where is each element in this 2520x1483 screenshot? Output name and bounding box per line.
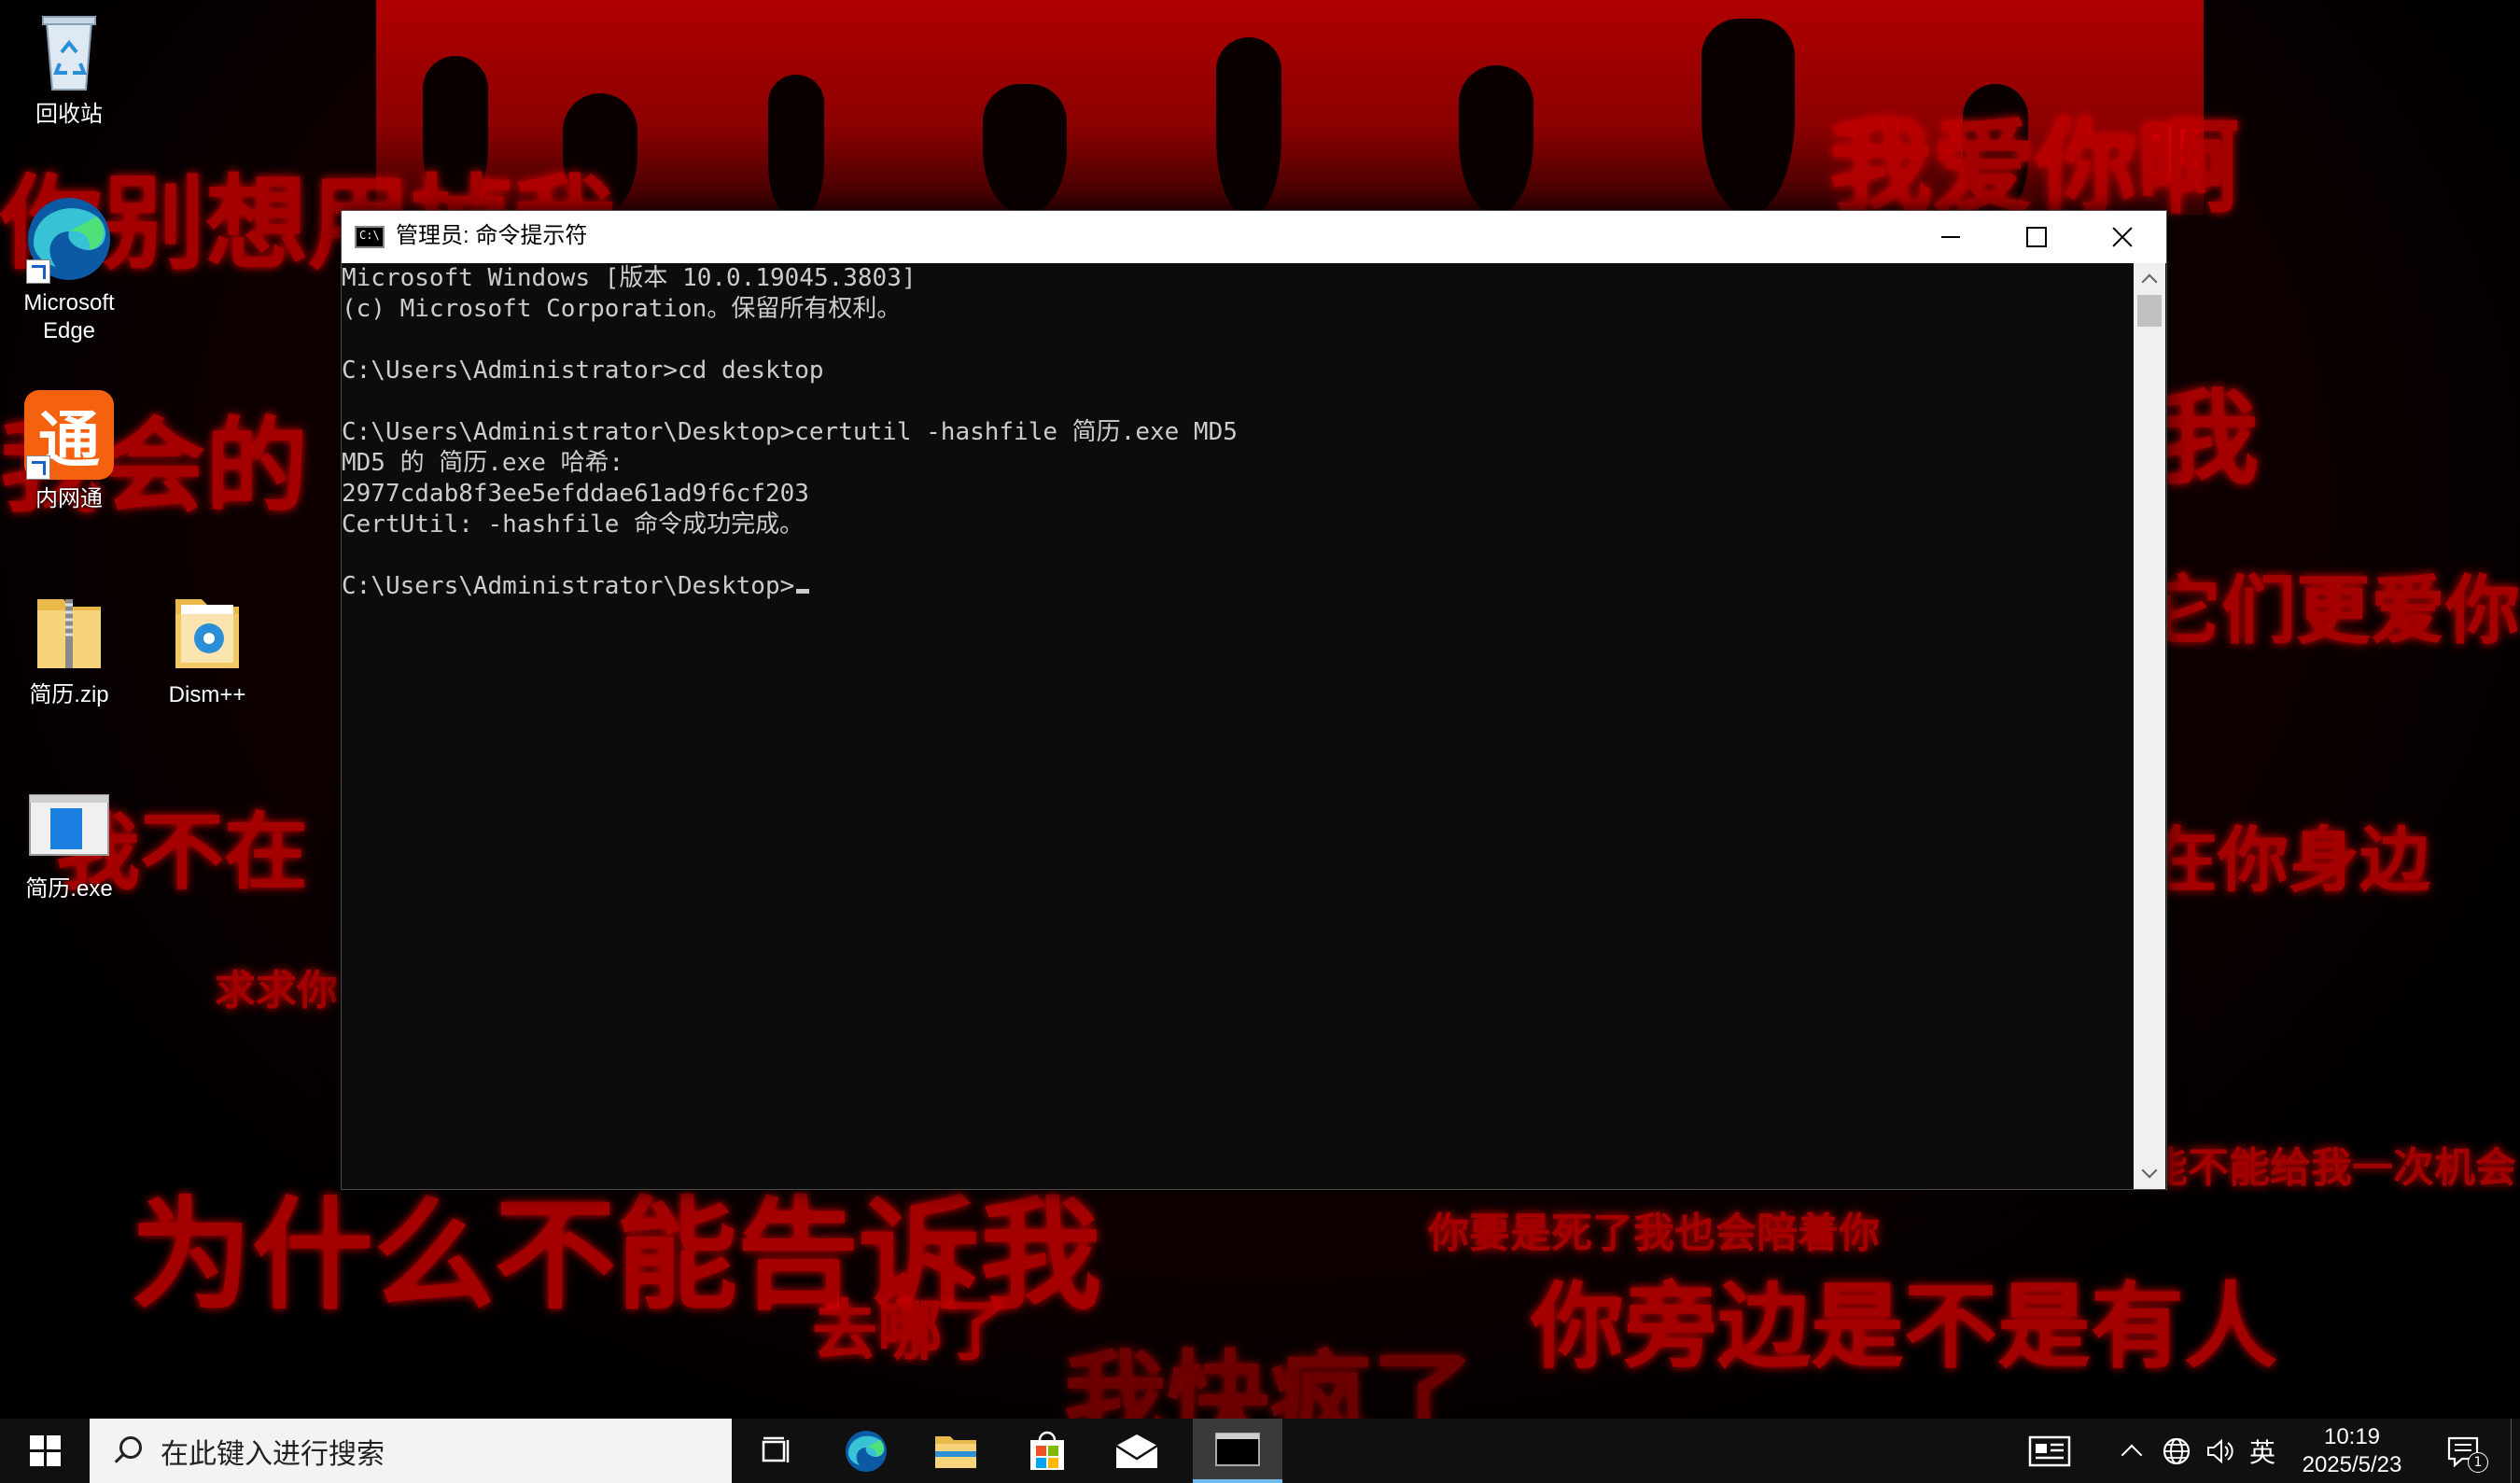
taskbar-mail-button[interactable] <box>1092 1419 1182 1483</box>
scroll-thumb[interactable] <box>2137 295 2162 327</box>
console-line: C:\Users\Administrator\Desktop>certutil … <box>342 418 1238 446</box>
window-title: 管理员: 命令提示符 <box>396 223 588 248</box>
cmd-icon <box>1215 1432 1260 1466</box>
task-view-icon <box>762 1436 790 1462</box>
taskbar-edge-button[interactable] <box>821 1419 911 1483</box>
desktop-icon-label: 简历.exe <box>25 876 113 902</box>
console-line: MD5 的 简历.exe 哈希: <box>342 449 624 477</box>
wallpaper-text: 求求你 <box>215 967 338 1014</box>
close-icon <box>2111 226 2134 248</box>
console-prompt-line[interactable]: C:\Users\Administrator\Desktop> <box>342 571 810 602</box>
edge-icon <box>24 194 114 284</box>
console-line: Microsoft Windows [版本 10.0.19045.3803] <box>342 264 917 292</box>
console-line: (c) Microsoft Corporation。保留所有权利。 <box>342 295 902 323</box>
taskbar-search-box[interactable]: 在此键入进行搜索 <box>90 1419 732 1483</box>
desktop-icon-resume-zip[interactable]: 简历.zip <box>4 586 134 709</box>
desktop-icon-dism-plus-plus[interactable]: Dism++ <box>142 586 273 709</box>
desktop-icon-label: Microsoft Edge <box>23 290 115 343</box>
task-view-button[interactable] <box>732 1419 821 1483</box>
zip-folder-icon <box>24 586 114 676</box>
action-center-button[interactable]: 1 <box>2438 1419 2488 1483</box>
desktop-icon-label: 内网通 <box>35 486 103 511</box>
news-and-interests-button[interactable] <box>2022 1419 2078 1483</box>
edge-icon <box>846 1430 887 1472</box>
windows-logo-icon <box>29 1435 61 1466</box>
ime-label: 英 <box>2248 1436 2275 1468</box>
desktop-icon-label: 简历.zip <box>29 682 109 707</box>
news-icon <box>2028 1435 2071 1466</box>
desktop-icon-recycle-bin[interactable]: 回收站 <box>4 6 134 129</box>
shortcut-arrow-icon <box>26 259 50 284</box>
wallpaper-text: 在你身边 <box>2147 818 2430 902</box>
clock[interactable]: 10:19 2025/5/23 <box>2277 1419 2427 1483</box>
clock-date: 2025/5/23 <box>2302 1451 2402 1477</box>
wallpaper-text: 能不能给我一次机会 <box>2147 1144 2516 1192</box>
taskbar: 在此键入进行搜索 英 10:19 2025/5/23 1 <box>0 1419 2520 1483</box>
desktop-icon-microsoft-edge[interactable]: Microsoft Edge <box>4 194 134 345</box>
close-button[interactable] <box>2079 211 2165 263</box>
wallpaper-text: 你旁边是不是有人 <box>1531 1271 2277 1381</box>
neiwangtong-icon: 通 <box>24 390 114 480</box>
wallpaper-text: 去哪了 <box>812 1292 1008 1369</box>
console-line: C:\Users\Administrator>cd desktop <box>342 357 824 385</box>
taskbar-file-explorer-button[interactable] <box>911 1419 1001 1483</box>
store-icon <box>1030 1431 1064 1470</box>
chevron-up-icon <box>2141 273 2158 290</box>
mail-icon <box>1115 1434 1158 1468</box>
wallpaper-text: 我快疯了 <box>1064 1339 1475 1419</box>
chevron-down-icon <box>2141 1162 2158 1179</box>
minimize-icon <box>1941 236 1960 238</box>
start-button[interactable] <box>0 1419 90 1483</box>
console-line: 2977cdab8f3ee5efddae61ad9f6cf203 <box>342 480 809 508</box>
wallpaper-text: 我 <box>2156 378 2259 498</box>
taskbar-store-button[interactable] <box>1002 1419 1092 1483</box>
text-cursor <box>796 589 810 594</box>
cmd-app-icon: C:\ <box>355 226 385 248</box>
volume-button[interactable] <box>2199 1419 2240 1483</box>
vertical-scrollbar[interactable] <box>2134 263 2165 1189</box>
recycle-bin-icon <box>24 6 114 95</box>
scroll-up-button[interactable] <box>2134 263 2165 295</box>
speaker-icon <box>2207 1438 2233 1463</box>
taskbar-command-prompt-button[interactable] <box>1193 1419 1282 1483</box>
desktop-icon-label: 回收站 <box>35 102 103 127</box>
console-line: CertUtil: -hashfile 命令成功完成。 <box>342 511 805 539</box>
minimize-button[interactable] <box>1908 211 1994 263</box>
globe-icon <box>2163 1437 2191 1464</box>
console-output[interactable]: Microsoft Windows [版本 10.0.19045.3803] (… <box>342 263 2134 1189</box>
folder-icon <box>935 1435 976 1468</box>
wallpaper-text: 它们更爱你 <box>2147 567 2520 654</box>
show-desktop-button[interactable] <box>2511 1419 2520 1483</box>
chevron-up-icon <box>2121 1444 2143 1465</box>
desktop-icon-neiwangtong[interactable]: 通 内网通 <box>4 390 134 513</box>
show-hidden-icons-button[interactable] <box>2111 1419 2152 1483</box>
exe-app-icon <box>24 780 114 870</box>
desktop-icon-resume-exe[interactable]: 简历.exe <box>4 780 134 903</box>
notification-count-badge: 1 <box>2468 1452 2488 1473</box>
maximize-button[interactable] <box>1994 211 2079 263</box>
dism-folder-icon <box>162 586 252 676</box>
title-bar[interactable]: C:\ 管理员: 命令提示符 <box>342 211 2166 263</box>
network-button[interactable] <box>2156 1419 2197 1483</box>
clock-time: 10:19 <box>2323 1423 2381 1449</box>
command-prompt-window[interactable]: C:\ 管理员: 命令提示符 Microsoft Windows [版本 10.… <box>341 210 2167 1190</box>
search-icon <box>110 1434 144 1468</box>
desktop-icon-label: Dism++ <box>168 682 246 707</box>
console-prompt: C:\Users\Administrator\Desktop> <box>342 572 795 600</box>
scroll-down-button[interactable] <box>2134 1157 2165 1189</box>
shortcut-arrow-icon <box>26 455 50 480</box>
search-placeholder: 在此键入进行搜索 <box>161 1438 385 1470</box>
maximize-icon <box>2026 227 2047 247</box>
